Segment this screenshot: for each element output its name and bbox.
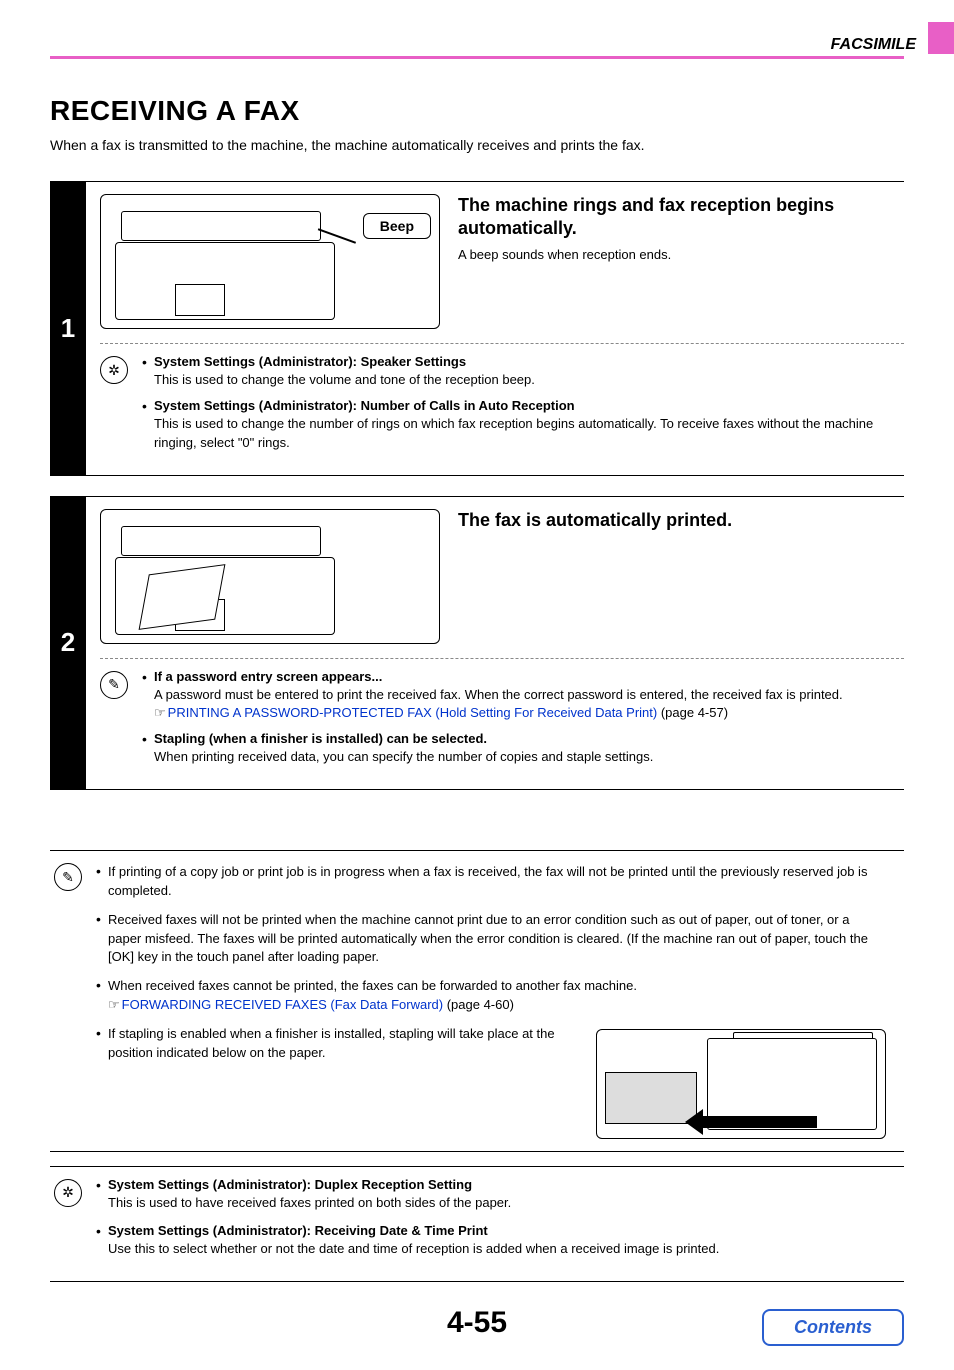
list-item: When received faxes cannot be printed, t… — [96, 977, 886, 1015]
intro-text: When a fax is transmitted to the machine… — [50, 137, 904, 153]
step-2: 2 The fax is automatically printed. ✎ — [50, 496, 904, 791]
header-tab — [928, 22, 954, 54]
beep-label: Beep — [363, 213, 431, 239]
step-1: 1 Beep The machine rings and fax recepti… — [50, 181, 904, 476]
list-item: Received faxes will not be printed when … — [96, 911, 886, 968]
header-rule — [50, 56, 904, 59]
pencil-icon: ✎ — [54, 863, 82, 891]
step-number: 2 — [50, 497, 86, 790]
gear-icon: ✲ — [100, 356, 128, 384]
step1-desc: A beep sounds when reception ends. — [458, 247, 904, 262]
password-fax-link[interactable]: PRINTING A PASSWORD-PROTECTED FAX (Hold … — [168, 705, 658, 720]
step2-heading: The fax is automatically printed. — [458, 509, 732, 532]
stapling-illustration — [596, 1029, 886, 1139]
step-number: 1 — [50, 182, 86, 475]
gear-icon: ✲ — [54, 1179, 82, 1207]
list-item: If stapling is enabled when a finisher i… — [96, 1025, 886, 1063]
list-item: If a password entry screen appears... A … — [142, 669, 904, 724]
pencil-note-box: ✎ If printing of a copy job or print job… — [50, 850, 904, 1152]
list-item: System Settings (Administrator): Receivi… — [96, 1223, 900, 1259]
step2-illustration — [100, 509, 440, 644]
section-header: FACSIMILE — [831, 36, 922, 54]
list-item: System Settings (Administrator): Number … — [142, 398, 904, 453]
list-item: System Settings (Administrator): Speaker… — [142, 354, 904, 390]
list-item: Stapling (when a finisher is installed) … — [142, 731, 904, 767]
pencil-icon: ✎ — [100, 671, 128, 699]
page-title: RECEIVING A FAX — [50, 95, 904, 127]
forwarding-faxes-link[interactable]: FORWARDING RECEIVED FAXES (Fax Data Forw… — [122, 997, 443, 1012]
list-item: System Settings (Administrator): Duplex … — [96, 1177, 900, 1213]
contents-button[interactable]: Contents — [762, 1309, 904, 1346]
gear-note-box: ✲ System Settings (Administrator): Duple… — [50, 1166, 904, 1282]
list-item: If printing of a copy job or print job i… — [96, 863, 886, 901]
step1-illustration: Beep — [100, 194, 440, 329]
step1-heading: The machine rings and fax reception begi… — [458, 194, 904, 241]
